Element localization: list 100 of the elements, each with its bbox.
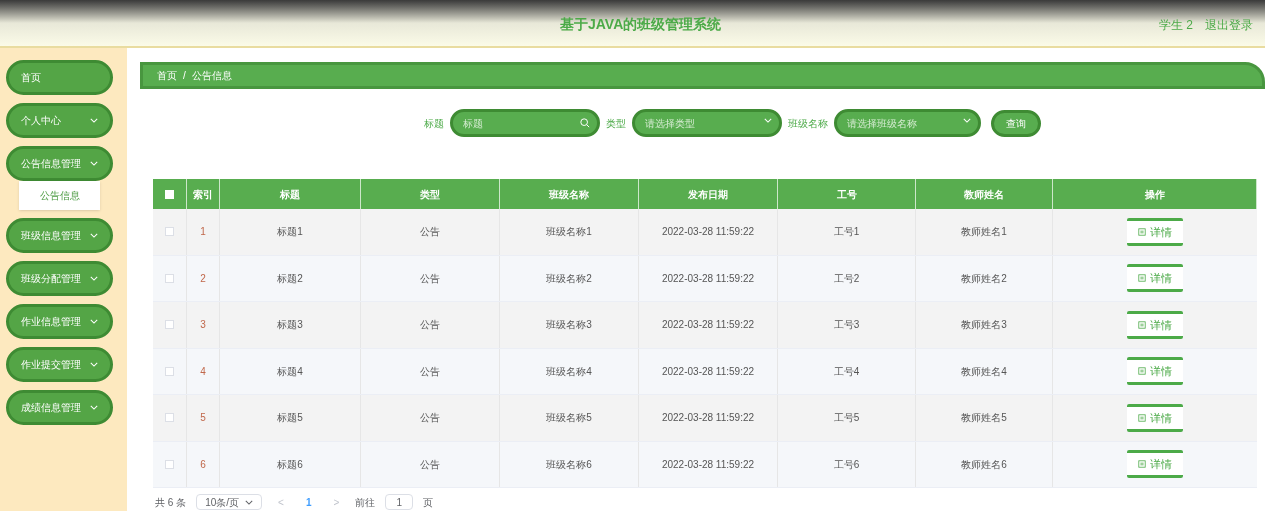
table-cell-text: 2022-03-28 11:59:22 <box>661 364 755 379</box>
table-cell-text: 班级名称6 <box>546 457 592 472</box>
details-button[interactable]: 详情 <box>1127 403 1183 432</box>
table-cell-text: 班级名称2 <box>546 271 592 286</box>
menu-item[interactable]: 首页 <box>6 60 113 95</box>
table-cell-text: 标题1 <box>277 225 303 240</box>
menu-item[interactable]: 班级分配管理 <box>6 261 113 296</box>
document-icon <box>1138 274 1146 283</box>
table-cell-text: 标题4 <box>277 364 303 379</box>
chevron-down-icon <box>90 161 98 166</box>
table-cell-text: 2022-03-28 11:59:22 <box>661 457 755 472</box>
page-number[interactable]: 1 <box>299 494 318 510</box>
filter-label: 标题 <box>424 116 444 131</box>
row-checkbox[interactable] <box>165 273 174 283</box>
table-cell-text: 工号1 <box>833 225 860 240</box>
chevron-down-icon <box>90 276 98 281</box>
filter-label: 类型 <box>606 116 626 131</box>
search-icon <box>580 118 590 128</box>
document-icon <box>1138 227 1146 236</box>
menu-item[interactable]: 个人中心 <box>6 103 113 138</box>
chevron-down-icon <box>90 319 98 324</box>
filter-label: 班级名称 <box>788 116 828 131</box>
select-all-checkbox[interactable] <box>165 189 174 199</box>
details-button[interactable]: 详情 <box>1127 264 1183 293</box>
table-cell-text: 标题2 <box>277 271 303 286</box>
table-cell-text: 班级名称3 <box>546 318 592 333</box>
breadcrumb-separator: / <box>183 69 186 83</box>
chevron-down-icon <box>90 362 98 367</box>
table-cell-text: 工号3 <box>833 318 860 333</box>
table-cell-text: 标题3 <box>277 318 303 333</box>
table-cell-text: 班级名称4 <box>546 364 592 379</box>
details-button[interactable]: 详情 <box>1127 310 1183 339</box>
details-button[interactable]: 详情 <box>1127 450 1183 479</box>
chevron-down-icon <box>245 499 254 505</box>
table-cell-text: 公告 <box>420 411 440 426</box>
row-checkbox[interactable] <box>165 227 174 237</box>
document-icon <box>1138 413 1146 422</box>
table-cell-text: 公告 <box>420 457 440 472</box>
table-cell-text: 教师姓名3 <box>961 318 1007 333</box>
table-cell-text: 教师姓名2 <box>961 271 1007 286</box>
query-button[interactable]: 查询 <box>991 109 1041 137</box>
table-cell-text: 工号2 <box>833 271 860 286</box>
table-cell-text: 2022-03-28 11:59:22 <box>661 271 755 286</box>
menu-item[interactable]: 作业信息管理 <box>6 304 113 339</box>
table-cell-text: 2022-03-28 11:59:22 <box>661 318 755 333</box>
chevron-down-icon <box>90 405 98 410</box>
chevron-down-icon <box>90 233 98 238</box>
table-cell-text: 公告 <box>420 225 440 240</box>
table-cell-text: 班级名称1 <box>546 225 592 240</box>
breadcrumb-item[interactable]: 首页 <box>157 68 177 83</box>
table-cell-text: 教师姓名6 <box>961 457 1007 472</box>
details-button[interactable]: 详情 <box>1127 357 1183 386</box>
table-cell-text: 教师姓名1 <box>961 225 1007 240</box>
table-cell-text: 6 <box>200 457 206 472</box>
user-name: 学生 2 <box>1159 17 1193 34</box>
table-cell-text: 教师姓名4 <box>961 364 1007 379</box>
row-checkbox[interactable] <box>165 366 174 376</box>
total-count: 共 6 条 <box>155 495 187 510</box>
chevron-down-icon <box>963 118 971 123</box>
table-cell-text: 班级名称5 <box>546 411 592 426</box>
select-field[interactable]: 请选择类型 <box>632 109 782 137</box>
details-button[interactable]: 详情 <box>1127 217 1183 246</box>
row-checkbox[interactable] <box>165 459 174 469</box>
table-cell-text: 公告 <box>420 364 440 379</box>
table-cell-text: 工号5 <box>833 411 860 426</box>
submenu-item[interactable]: 公告信息 <box>19 181 100 210</box>
table-cell-text: 4 <box>200 364 206 379</box>
logout-link[interactable]: 退出登录 <box>1205 16 1253 34</box>
search-field[interactable]: 标题 <box>450 109 600 137</box>
table-cell-text: 工号4 <box>833 364 860 379</box>
table-cell-text: 公告 <box>420 271 440 286</box>
app-title: 基于JAVA的班级管理系统 <box>560 15 722 34</box>
menu-item[interactable]: 成绩信息管理 <box>6 390 113 425</box>
table-cell-text: 2022-03-28 11:59:22 <box>661 225 755 240</box>
menu-item[interactable]: 班级信息管理 <box>6 218 113 253</box>
row-checkbox[interactable] <box>165 413 174 423</box>
page-size-select[interactable]: 10条/页 <box>196 494 263 510</box>
table-cell-text: 工号6 <box>833 457 860 472</box>
chevron-down-icon <box>90 118 98 123</box>
table-cell-text: 2 <box>200 271 206 286</box>
page-input[interactable]: 1 <box>385 494 414 510</box>
table-cell-text: 5 <box>200 411 206 426</box>
select-field[interactable]: 请选择班级名称 <box>834 109 981 137</box>
document-icon <box>1138 460 1146 469</box>
table-cell-text: 2022-03-28 11:59:22 <box>661 411 755 426</box>
menu-item[interactable]: 公告信息管理 <box>6 146 113 181</box>
breadcrumb-item: 公告信息 <box>191 69 232 83</box>
page-suffix: 页 <box>423 495 434 510</box>
menu-item[interactable]: 作业提交管理 <box>6 347 113 382</box>
table-cell-text: 1 <box>200 225 206 240</box>
table-cell-text: 教师姓名5 <box>961 411 1007 426</box>
table-cell-text: 标题6 <box>277 457 303 472</box>
prev-page-button[interactable]: < <box>272 494 290 510</box>
table-cell-text: 公告 <box>420 318 440 333</box>
row-checkbox[interactable] <box>165 320 174 330</box>
table-cell-text: 3 <box>200 318 206 333</box>
document-icon <box>1138 320 1146 329</box>
next-page-button[interactable]: > <box>327 494 346 510</box>
document-icon <box>1138 367 1146 376</box>
chevron-down-icon <box>764 118 772 123</box>
